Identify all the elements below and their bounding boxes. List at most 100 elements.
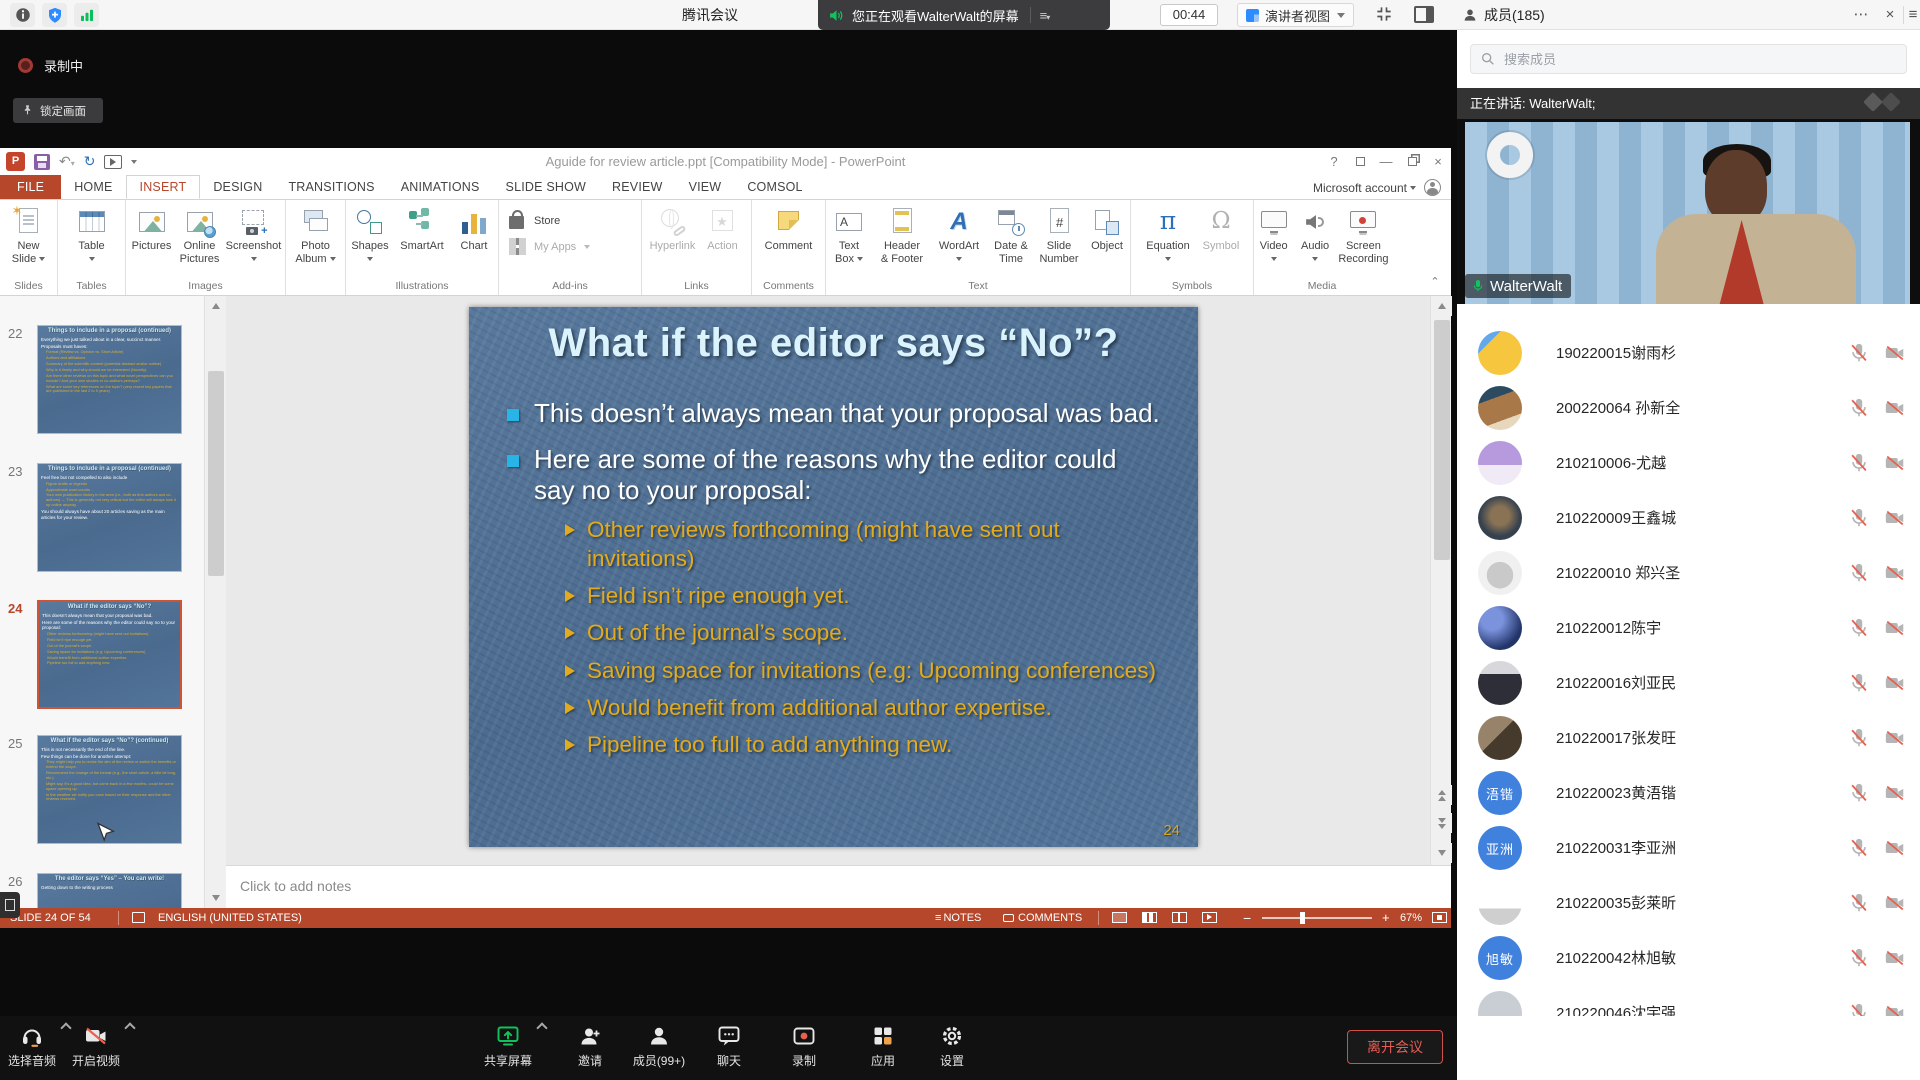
tab-home[interactable]: HOME <box>61 175 125 199</box>
normal-view-button[interactable] <box>1112 912 1127 923</box>
exit-fullscreen-button[interactable] <box>1372 4 1396 31</box>
new-slide-button[interactable]: ✶ New Slide <box>4 206 54 266</box>
mic-muted-icon[interactable] <box>1848 617 1870 639</box>
mic-muted-icon[interactable] <box>1848 947 1870 969</box>
camera-muted-icon[interactable] <box>1884 782 1906 804</box>
mic-muted-icon[interactable] <box>1848 507 1870 529</box>
restore-button[interactable] <box>1399 148 1425 175</box>
tab-review[interactable]: REVIEW <box>599 175 676 199</box>
panel-close-button[interactable]: × <box>1878 4 1902 26</box>
members-button[interactable]: 成员(99+) <box>621 1024 697 1069</box>
mic-muted-icon[interactable] <box>1848 397 1870 419</box>
tab-file[interactable]: FILE <box>0 175 61 199</box>
equation-button[interactable]: πEquation <box>1140 206 1196 266</box>
scroll-up-button[interactable] <box>1431 296 1452 316</box>
slide-number-button[interactable]: #SlideNumber <box>1036 206 1082 266</box>
smartart-button[interactable]: SmartArt <box>395 206 449 266</box>
pictures-button[interactable]: Pictures <box>129 206 175 266</box>
camera-muted-icon[interactable] <box>1884 617 1906 639</box>
minimize-button[interactable]: — <box>1373 148 1399 175</box>
text-box-button[interactable]: ATextBox <box>826 206 872 266</box>
editor-scrollbar[interactable] <box>1430 296 1451 865</box>
zoom-level[interactable]: 67% <box>1400 908 1422 928</box>
close-button[interactable]: × <box>1425 148 1451 175</box>
scrollbar-thumb[interactable] <box>1434 320 1450 560</box>
camera-muted-icon[interactable] <box>1884 452 1906 474</box>
camera-muted-icon[interactable] <box>1884 672 1906 694</box>
header-footer-button[interactable]: Header& Footer <box>874 206 930 266</box>
speaker-video-tile[interactable]: WalterWalt <box>1457 119 1920 304</box>
slide-thumbnail-22[interactable]: Things to include in a proposal (continu… <box>37 325 182 434</box>
member-row[interactable]: 旭敏 210220042林旭敏 <box>1457 931 1920 986</box>
qat-customize-button[interactable] <box>131 160 137 164</box>
slide-indicator[interactable]: SLIDE 24 OF 54 <box>10 908 91 928</box>
slide-thumbnail-26[interactable]: The editor says “Yes” – You can write! G… <box>37 873 182 908</box>
ribbon-options-button[interactable] <box>1347 148 1373 175</box>
leave-meeting-button[interactable]: 离开会议 <box>1347 1030 1443 1064</box>
zoom-out-button[interactable]: − <box>1243 908 1251 928</box>
floating-tool-button[interactable] <box>0 892 20 918</box>
mic-muted-icon[interactable] <box>1848 562 1870 584</box>
network-status-button[interactable] <box>74 3 99 27</box>
comment-button[interactable]: Comment <box>764 206 814 266</box>
audio-button[interactable]: Audio <box>1295 206 1334 266</box>
member-row[interactable]: 210220046沈宇强 <box>1457 986 1920 1016</box>
member-row[interactable]: 210220035彭莱昕 <box>1457 876 1920 931</box>
my-apps-button[interactable]: My Apps <box>507 236 633 258</box>
tab-view[interactable]: VIEW <box>676 175 735 199</box>
tab-design[interactable]: DESIGN <box>200 175 275 199</box>
mic-muted-icon[interactable] <box>1848 342 1870 364</box>
search-input[interactable] <box>1502 51 1882 68</box>
object-button[interactable]: Object <box>1084 206 1130 266</box>
slide-thumbnail-23[interactable]: Things to include in a proposal (continu… <box>37 463 182 572</box>
language-indicator[interactable]: ENGLISH (UNITED STATES) <box>158 908 302 928</box>
camera-muted-icon[interactable] <box>1884 1002 1906 1016</box>
zoom-in-button[interactable]: + <box>1382 908 1390 928</box>
member-row[interactable]: 210220016刘亚民 <box>1457 656 1920 711</box>
toggle-sidebar-button[interactable] <box>1414 6 1434 23</box>
apps-button[interactable]: 应用 <box>845 1024 921 1069</box>
scroll-up-button[interactable] <box>205 296 227 316</box>
member-row[interactable]: 210220009王鑫城 <box>1457 491 1920 546</box>
account-menu[interactable]: Microsoft account <box>1313 175 1441 200</box>
undo-button[interactable]: ↶▾ <box>59 153 75 170</box>
zoom-slider-track[interactable] <box>1262 917 1372 919</box>
start-slideshow-button[interactable] <box>104 155 122 169</box>
security-button[interactable] <box>42 3 67 27</box>
invite-button[interactable]: 邀请 <box>552 1024 628 1069</box>
store-button[interactable]: Store <box>507 210 633 232</box>
collapse-ribbon-button[interactable]: ⌃ <box>1427 275 1443 289</box>
camera-muted-icon[interactable] <box>1884 562 1906 584</box>
shapes-button[interactable]: Shapes <box>347 206 393 266</box>
view-mode-dropdown[interactable]: 演讲者视图 <box>1237 3 1354 27</box>
scroll-down-button[interactable] <box>205 888 227 908</box>
table-button[interactable]: Table <box>67 206 117 266</box>
camera-muted-icon[interactable] <box>1884 342 1906 364</box>
member-row[interactable]: 210210006-尤越 <box>1457 436 1920 491</box>
camera-muted-icon[interactable] <box>1884 727 1906 749</box>
proofing-icon[interactable] <box>132 912 145 923</box>
screenshot-button[interactable]: +Screenshot <box>225 206 283 266</box>
notes-pane[interactable]: Click to add notes <box>226 865 1451 908</box>
settings-button[interactable]: 设置 <box>914 1024 990 1069</box>
action-button[interactable]: ★Action <box>700 206 746 266</box>
video-button[interactable]: Video <box>1254 206 1293 266</box>
member-search-box[interactable] <box>1470 44 1907 74</box>
tab-animations[interactable]: ANIMATIONS <box>388 175 493 199</box>
member-row[interactable]: 210220010 郑兴圣 <box>1457 546 1920 601</box>
camera-muted-icon[interactable] <box>1884 947 1906 969</box>
save-button[interactable] <box>34 154 50 170</box>
member-row[interactable]: 亚洲 210220031李亚洲 <box>1457 821 1920 876</box>
chart-button[interactable]: Chart <box>451 206 497 266</box>
tab-insert[interactable]: INSERT <box>126 175 201 199</box>
slideshow-view-button[interactable] <box>1202 912 1217 923</box>
tab-slideshow[interactable]: SLIDE SHOW <box>493 175 600 199</box>
date-time-button[interactable]: Date &Time <box>988 206 1034 266</box>
photo-album-button[interactable]: Photo Album <box>291 206 341 266</box>
help-button[interactable]: ? <box>1321 148 1347 175</box>
comments-toggle[interactable]: COMMENTS <box>1003 908 1082 928</box>
online-pictures-button[interactable]: OnlinePictures <box>177 206 223 266</box>
notes-toggle[interactable]: ≡ NOTES <box>935 908 981 928</box>
meeting-info-button[interactable] <box>10 3 35 27</box>
next-slide-button[interactable] <box>1431 813 1452 833</box>
